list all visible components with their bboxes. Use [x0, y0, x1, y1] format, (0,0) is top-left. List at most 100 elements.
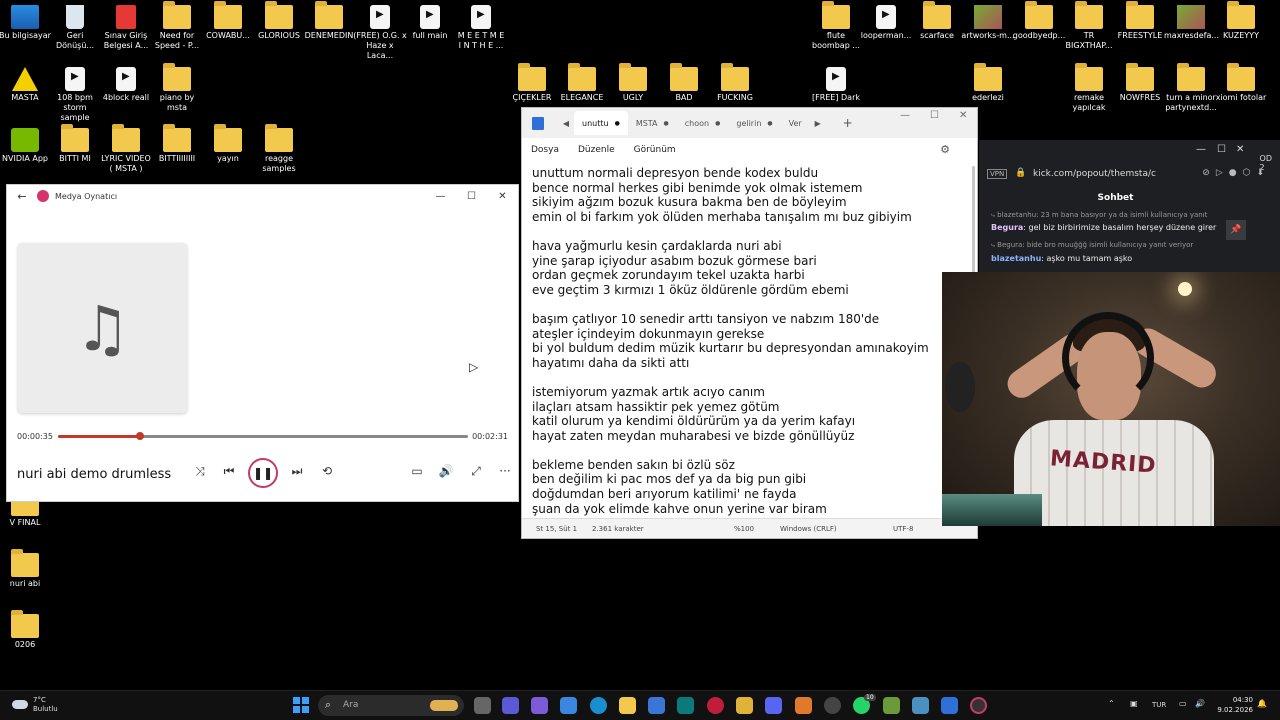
clock[interactable]: 04:30 9.02.2026	[1211, 695, 1253, 715]
close-icon[interactable]: ✕	[1236, 144, 1244, 155]
tray-app-icon[interactable]: ▣	[1130, 699, 1138, 708]
desktop-icon[interactable]: [FREE] Dark	[809, 67, 863, 103]
chat-username[interactable]: blazetanhu	[991, 254, 1041, 263]
desktop-icon[interactable]: BITTIIIIIIII	[150, 124, 204, 164]
unsaved-dot-icon[interactable]: ●	[715, 120, 720, 127]
desktop-icon[interactable]: BAD	[657, 63, 711, 103]
miniplayer-icon[interactable]: ▭	[407, 464, 427, 478]
back-icon[interactable]: ←	[7, 190, 37, 203]
file-explorer-icon[interactable]	[619, 697, 636, 714]
desktop-icon[interactable]: NOWFRES	[1113, 63, 1167, 103]
desktop-icon[interactable]: 108 bpm storm sample	[48, 67, 102, 123]
chat-reply-context[interactable]: ⤷ blazetanhu: 23 m bana basıyor ya da is…	[991, 211, 1253, 220]
repeat-icon[interactable]: ⟲	[317, 464, 337, 478]
previous-icon[interactable]: ⏮	[219, 464, 239, 479]
close-icon[interactable]: ✕	[487, 191, 518, 202]
settings-gear-icon[interactable]: ⚙	[940, 143, 950, 156]
close-icon[interactable]: ✕	[959, 110, 967, 121]
pause-button[interactable]: ❚❚	[248, 458, 278, 488]
browser-toolbar-icons[interactable]: ⊘▷●⬡⬇	[1202, 168, 1270, 178]
photos-icon[interactable]	[912, 697, 929, 714]
notifications-icon[interactable]: 🔔	[1257, 699, 1267, 708]
desktop-icon[interactable]: scarface	[910, 1, 964, 41]
desktop-icon[interactable]: MASTA	[0, 67, 52, 103]
desktop-icon[interactable]: piano by msta	[150, 63, 204, 113]
more-options-icon[interactable]: ···	[495, 464, 515, 478]
menu-view[interactable]: Görünüm	[634, 145, 676, 155]
minimize-icon[interactable]: —	[900, 110, 910, 121]
desktop-icon[interactable]: flute boombap ...	[809, 1, 863, 51]
winrar-icon[interactable]	[736, 697, 753, 714]
chat-reply-context[interactable]: ⤷ Begura: bide bro muuğğğ isimli kullanı…	[991, 241, 1253, 250]
opera-icon[interactable]	[707, 697, 724, 714]
notepad-taskbar-icon[interactable]	[941, 697, 958, 714]
desktop-icon[interactable]: COWABU...	[201, 1, 255, 41]
text-editor[interactable]: unuttum normali depresyon bende kodex bu…	[532, 166, 972, 518]
unsaved-dot-icon[interactable]: ●	[767, 120, 772, 127]
fl-studio-icon[interactable]	[795, 697, 812, 714]
desktop-icon[interactable]: (FREE) O.G. x Haze x Laca...	[353, 5, 407, 61]
desktop-icon[interactable]: M E E T M E I N T H E ...	[454, 5, 508, 51]
chat-app-icon[interactable]	[502, 697, 519, 714]
volume-icon[interactable]: 🔊	[1195, 699, 1205, 708]
url-text[interactable]: kick.com/popout/themsta/c	[1033, 169, 1156, 179]
notepad-tab[interactable]: choon ●	[677, 111, 729, 135]
notepad-tab[interactable]: gelirin ●	[728, 111, 780, 135]
desktop-icon[interactable]: NVIDIA App	[0, 128, 52, 164]
taskbar-search[interactable]: ⌕ Ara	[318, 695, 464, 716]
seek-bar[interactable]	[58, 432, 468, 440]
browser-window[interactable]: — ☐ ✕ OD 2 VPN 🔒 kick.com/popout/themsta…	[979, 140, 1280, 275]
desktop-icon[interactable]: ederlezi	[961, 63, 1015, 103]
desktop-icon[interactable]: reagge samples	[252, 124, 306, 174]
maximize-icon[interactable]: ☐	[456, 191, 487, 202]
media-player-window[interactable]: ← Medya Oynatıcı — ☐ ✕ ♫ ▷ 00:00:35 00:0…	[6, 184, 519, 502]
desktop-icon[interactable]: ÇIÇEKLER	[505, 63, 559, 103]
desktop-icon[interactable]: artworks-m...	[961, 5, 1015, 41]
unsaved-dot-icon[interactable]: ●	[664, 120, 669, 127]
desktop-icon[interactable]: BITTI MI	[48, 124, 102, 164]
teams-icon[interactable]	[531, 697, 548, 714]
desktop-icon[interactable]: 0206	[0, 610, 52, 650]
desktop-icon[interactable]: Sınav Giriş Belgesi A...	[99, 5, 153, 51]
desktop-icon[interactable]: DENEMEDIN	[302, 1, 356, 41]
volume-icon[interactable]: 🔊	[436, 464, 456, 478]
app-icon[interactable]	[883, 697, 900, 714]
discord-icon[interactable]	[765, 697, 782, 714]
next-icon[interactable]: ⏭	[287, 464, 307, 479]
desktop-icon[interactable]: looperman...	[859, 5, 913, 41]
media-player-taskbar-icon[interactable]	[970, 697, 987, 714]
desktop-icon[interactable]: yayın	[201, 124, 255, 164]
desktop-icon[interactable]: LYRIC VIDEO ( MSTA )	[99, 124, 153, 174]
desktop-icon[interactable]: Geri Dönüşü...	[48, 5, 102, 51]
desktop-icon[interactable]: ELEGANCE	[555, 63, 609, 103]
media-player-titlebar[interactable]: ← Medya Oynatıcı — ☐ ✕	[7, 185, 518, 207]
store-icon[interactable]	[648, 697, 665, 714]
desktop-icon[interactable]: nuri abi	[0, 549, 52, 589]
maximize-icon[interactable]: ☐	[930, 110, 939, 121]
chat-message[interactable]: Begura: gel biz birbirimize basalım herş…	[991, 223, 1253, 232]
network-icon[interactable]: ▭	[1179, 699, 1187, 708]
edge-icon[interactable]	[590, 697, 607, 714]
desktop-icon[interactable]: xiomi fotolar	[1214, 63, 1268, 103]
chat-message[interactable]: blazetanhu: aşko mu tamam aşko	[991, 254, 1253, 263]
notepad-tab[interactable]: unuttu ●	[574, 111, 628, 135]
shuffle-icon[interactable]: ⤨	[190, 464, 210, 479]
desktop-icon[interactable]: GLORIOUS	[252, 1, 306, 41]
task-view-icon[interactable]	[474, 697, 491, 714]
minimize-icon[interactable]: —	[1196, 144, 1206, 155]
fullscreen-icon[interactable]: ⤢	[466, 464, 486, 479]
desktop-icon[interactable]: full main	[403, 5, 457, 41]
desktop-icon[interactable]: maxresdefa...	[1164, 5, 1219, 41]
language-indicator[interactable]: TUR	[1152, 701, 1166, 709]
tab-scroll-right-icon[interactable]: ▶	[810, 119, 826, 128]
seek-bar-thumb[interactable]	[136, 432, 144, 440]
vpn-badge[interactable]: VPN	[987, 169, 1008, 179]
desktop-icon[interactable]: KUZEYYY	[1214, 1, 1268, 41]
address-bar[interactable]: VPN 🔒 kick.com/popout/themsta/c ⊘▷●⬡⬇	[979, 164, 1280, 186]
desktop-icon[interactable]: goodbyedp...	[1012, 1, 1066, 41]
desktop-icon[interactable]: FREESTYLE	[1113, 1, 1167, 41]
pin-icon[interactable]: 📌	[1226, 220, 1246, 240]
show-hidden-icons-icon[interactable]: ⌃	[1108, 699, 1115, 708]
desktop-icon[interactable]: FUCKING	[708, 63, 762, 103]
notepad-tab[interactable]: Ver	[781, 111, 810, 135]
